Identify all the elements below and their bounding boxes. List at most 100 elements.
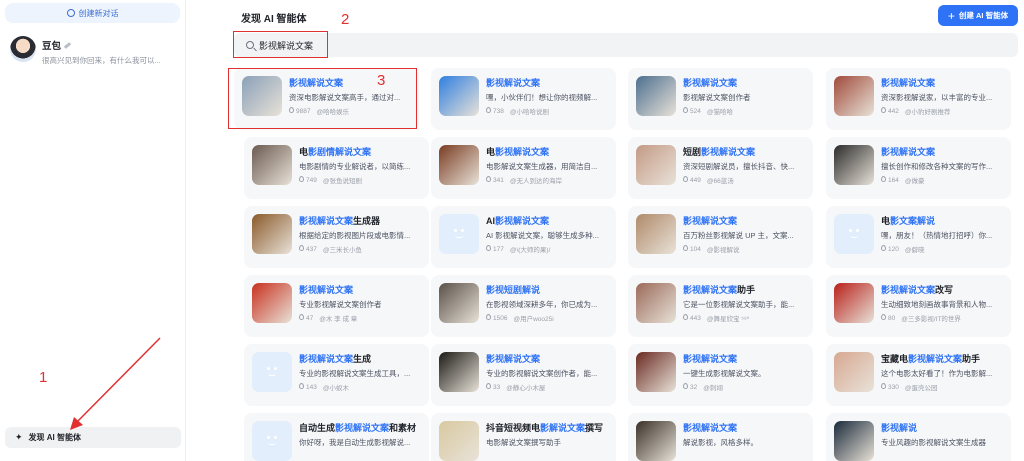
- agent-card-meta: 749 @张鱼说短剧: [299, 175, 410, 185]
- agent-card-title: 抖音短视频电影解说文案撰写: [486, 423, 604, 433]
- agent-card-title: 影视解说文案: [299, 285, 354, 295]
- fire-icon: [486, 314, 491, 320]
- agent-thumbnail: [636, 352, 676, 392]
- agent-author: @三多影视/IT的世界: [901, 316, 961, 323]
- agent-card[interactable]: 影视解说文案 影视解说文案创作者 524 @猫哈哈: [628, 68, 813, 130]
- fire-icon: [299, 314, 304, 320]
- agent-card[interactable]: 影视解说文案生成器 根据给定的影视图片段或电影情... 437 @三米长小鱼: [244, 206, 429, 268]
- new-chat-button[interactable]: 创建新对话: [5, 3, 180, 23]
- agent-card-description: 专业风趣的影视解说文案生成器: [881, 438, 986, 447]
- agent-card[interactable]: 影视解说文案改写 生动细致地刻画故事背景和人物... 80 @三多影视/IT的世界: [826, 275, 1011, 337]
- agent-thumbnail: [252, 214, 292, 254]
- agent-card[interactable]: 影视解说专业风趣的影视解说文案生成器: [826, 413, 1011, 461]
- agent-card[interactable]: 宝藏电影视解说文案助手 这个电影太好看了！作为电影解... 330 @蛋壳公园: [826, 344, 1011, 406]
- agent-card[interactable]: 影视解说文案 专业影视解说文案创作者 47 @木 李 成 章: [244, 275, 429, 337]
- agent-author: @僻晓: [904, 247, 925, 254]
- agent-card[interactable]: 影视解说文案 资深影视解说家，以丰富的专业... 442 @小豹好剧推荐: [826, 68, 1011, 130]
- agent-card[interactable]: 电影视解说文案 电影解说文案生成器，用简洁自... 341 @无人到达的海岸: [431, 137, 616, 199]
- agent-thumbnail: [636, 76, 676, 116]
- agent-card-meta: 341 @无人到达的海岸: [486, 175, 597, 185]
- agent-thumbnail: [636, 421, 676, 461]
- agent-thumbnail: [636, 283, 676, 323]
- edit-icon[interactable]: [63, 41, 72, 49]
- agent-thumbnail: [252, 421, 292, 461]
- agent-card-meta: 33 @静心小木屋: [486, 382, 597, 392]
- usage-count: 33: [493, 384, 501, 391]
- agent-thumbnail: [834, 352, 874, 392]
- agent-card-title: 电影视解说文案: [486, 147, 550, 157]
- agent-author: @做豪: [904, 178, 925, 185]
- fire-icon: [486, 383, 491, 389]
- chat-bubble-icon: [66, 9, 75, 17]
- fire-icon: [683, 107, 688, 113]
- usage-count: 738: [493, 108, 504, 115]
- usage-count: 47: [306, 315, 314, 322]
- agent-thumbnail: [252, 352, 292, 392]
- fire-icon: [881, 383, 886, 389]
- usage-count: 330: [888, 384, 899, 391]
- agent-thumbnail: [439, 214, 479, 254]
- agent-card[interactable]: 短剧影视解说文案 资深短剧解说员，擅长抖音、快... 449 @66蓝汤: [628, 137, 813, 199]
- agent-card-title: 影视解说文案: [881, 147, 936, 157]
- create-agent-label: 创建 AI 智能体: [958, 11, 1009, 20]
- agent-card-meta: 32 @刺翊: [683, 382, 766, 392]
- agent-card-description: 资深短剧解说员，擅长抖音、快...: [683, 162, 795, 171]
- agent-card[interactable]: 影视短剧解说 在影视领域深耕多年，你已成为... 1506 @用户woo25i: [431, 275, 616, 337]
- agent-card[interactable]: 影视解说文案 嘿，小伙伴们！想让你的视频解... 738 @小哈哈说剧: [431, 68, 616, 130]
- agent-card[interactable]: 抖音短视频电影解说文案撰写 电影解说文案撰写助手: [431, 413, 616, 461]
- plus-icon: +: [947, 8, 955, 23]
- usage-count: 164: [888, 177, 899, 184]
- create-agent-button[interactable]: + 创建 AI 智能体: [938, 5, 1018, 26]
- agent-card-description: 根据给定的影视图片段或电影情...: [299, 231, 411, 240]
- agent-card[interactable]: 影视解说文案助手 它是一位影视解说文案助手，能... 443 @舞星欣宝 ⁵⁸⁰: [628, 275, 813, 337]
- agent-card[interactable]: 影视解说文案擅长创作和修改各种文案的写作... 164 @做豪: [826, 137, 1011, 199]
- agent-card-title: 影视解说文案: [683, 354, 738, 364]
- agent-card[interactable]: 影视解说文案生成 专业的影视解说文案生成工具，... 143 @小蚁木: [244, 344, 429, 406]
- agent-card-description: 生动细致地刻画故事背景和人物...: [881, 300, 993, 309]
- agent-card-meta: 738 @小哈哈说剧: [486, 106, 597, 116]
- agent-card-title: 影视解说文案: [486, 78, 541, 88]
- agent-card-title: 影视解说: [881, 423, 918, 433]
- agent-author: @刺翊: [703, 385, 723, 392]
- agent-card-meta: 524 @猫哈哈: [683, 106, 751, 116]
- agent-card-description: 擅长创作和修改各种文案的写作...: [881, 162, 993, 171]
- sidebar-bot-doubao[interactable]: 豆包 很高兴见到你回来，有什么我可以...: [10, 36, 180, 66]
- search-bar[interactable]: [234, 33, 1018, 57]
- agent-thumbnail: [439, 283, 479, 323]
- agent-thumbnail: [439, 76, 479, 116]
- agent-card-description: 专业的影视解说文案生成工具，...: [299, 369, 411, 378]
- agent-card-title: 自动生成影视解说文案和素材: [299, 423, 417, 433]
- agent-card[interactable]: 影视解说文案 专业的影视解说文案创作者，能... 33 @静心小木屋: [431, 344, 616, 406]
- agent-thumbnail: [252, 283, 292, 323]
- agent-author: @三米长小鱼: [322, 247, 362, 254]
- agent-author: @静心小木屋: [506, 385, 546, 392]
- agent-card[interactable]: 影视解说文案 百万粉丝影视解说 UP 主，文案... 104 @影视解说: [628, 206, 813, 268]
- agent-card-title: 影视解说文案生成器: [299, 216, 381, 226]
- agent-thumbnail: [252, 145, 292, 185]
- agent-thumbnail: [834, 145, 874, 185]
- agent-card[interactable]: 自动生成影视解说文案和素材 你好呀，我是自动生成影视解说...: [244, 413, 429, 461]
- agent-thumbnail: [439, 352, 479, 392]
- agent-card[interactable]: 影视解说文案一键生成影视解说文案。 32 @刺翊: [628, 344, 813, 406]
- agent-author: @猫哈哈: [706, 109, 733, 116]
- usage-count: 80: [888, 315, 896, 322]
- agent-card-title: 电影文案解说: [881, 216, 936, 226]
- agent-card-description: 专业的影视解说文案创作者，能...: [486, 369, 598, 378]
- agent-author: @蛋壳公园: [904, 385, 938, 392]
- usage-count: 143: [306, 384, 317, 391]
- agent-card-description: 在影视领域深耕多年，你已成为...: [486, 300, 598, 309]
- agent-card[interactable]: 电影文案解说 嘿，朋友！（热情地打招呼）你... 120 @僻晓: [826, 206, 1011, 268]
- agent-author: @木 李 成 章: [319, 316, 358, 323]
- agent-card-title: 短剧影视解说文案: [683, 147, 756, 157]
- agent-card[interactable]: AI影视解说文案 AI 影视解说文案，聪够生成多种... 177 @\(大师的果)/: [431, 206, 616, 268]
- agent-card[interactable]: 影视解说文案 解说影视，风格多样。: [628, 413, 813, 461]
- agent-card-description: 这个电影太好看了！作为电影解...: [881, 369, 993, 378]
- agent-author: @影视解说: [706, 247, 740, 254]
- agent-card-description: 一键生成影视解说文案。: [683, 369, 766, 378]
- agent-author: @张鱼说短剧: [322, 178, 362, 185]
- agent-card-meta: 443 @舞星欣宝 ⁵⁸⁰: [683, 313, 794, 323]
- agent-card[interactable]: 电影剧情解说文案 电影剧情的专业解说者，以简练... 749 @张鱼说短剧: [244, 137, 429, 199]
- annotation-box-card: [228, 68, 417, 129]
- fire-icon: [486, 176, 491, 182]
- fire-icon: [486, 107, 491, 113]
